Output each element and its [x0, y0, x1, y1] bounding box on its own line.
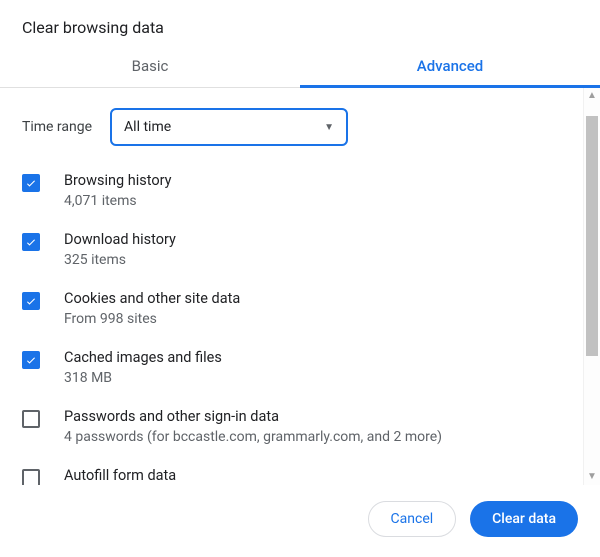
checkbox-browsing-history[interactable] — [22, 174, 40, 192]
item-text: Autofill form data — [64, 467, 176, 485]
scrollbar-thumb[interactable] — [586, 116, 598, 356]
checkbox-cookies[interactable] — [22, 292, 40, 310]
item-title: Cookies and other site data — [64, 290, 240, 307]
dialog-title: Clear browsing data — [0, 0, 600, 47]
scroll-down-icon[interactable]: ▼ — [584, 469, 600, 485]
clear-browsing-data-dialog: Clear browsing data Basic Advanced Time … — [0, 0, 600, 557]
checkbox-download-history[interactable] — [22, 233, 40, 251]
cancel-button[interactable]: Cancel — [368, 501, 457, 537]
clear-data-button-label: Clear data — [492, 511, 556, 527]
check-icon — [25, 236, 37, 248]
item-title: Cached images and files — [64, 349, 222, 366]
list-item: Passwords and other sign-in data 4 passw… — [22, 408, 583, 445]
list-item: Autofill form data — [22, 467, 583, 485]
tab-basic[interactable]: Basic — [0, 47, 300, 87]
check-icon — [25, 295, 37, 307]
dialog-footer: Cancel Clear data — [0, 485, 600, 557]
cancel-button-label: Cancel — [391, 511, 434, 527]
item-title: Download history — [64, 231, 176, 248]
scrollbar[interactable]: ▲ ▼ — [583, 88, 600, 485]
list-item: Cached images and files 318 MB — [22, 349, 583, 386]
item-title: Passwords and other sign-in data — [64, 408, 442, 425]
chevron-down-icon: ▼ — [324, 122, 334, 133]
clear-data-button[interactable]: Clear data — [470, 501, 578, 537]
time-range-row: Time range All time ▼ — [22, 108, 583, 146]
time-range-select[interactable]: All time ▼ — [110, 108, 348, 146]
item-text: Browsing history 4,071 items — [64, 172, 172, 209]
dialog-body: Time range All time ▼ Browsing history 4… — [0, 88, 600, 485]
item-subtitle: 4,071 items — [64, 193, 172, 209]
item-title: Autofill form data — [64, 467, 176, 484]
check-icon — [25, 177, 37, 189]
item-text: Cached images and files 318 MB — [64, 349, 222, 386]
scroll-up-icon[interactable]: ▲ — [584, 88, 600, 104]
item-subtitle: 4 passwords (for bccastle.com, grammarly… — [64, 429, 442, 445]
time-range-value: All time — [124, 119, 171, 135]
list-item: Cookies and other site data From 998 sit… — [22, 290, 583, 327]
checkbox-autofill[interactable] — [22, 469, 40, 485]
item-title: Browsing history — [64, 172, 172, 189]
tab-advanced-label: Advanced — [417, 57, 483, 75]
item-text: Download history 325 items — [64, 231, 176, 268]
tab-basic-label: Basic — [132, 57, 169, 75]
check-icon — [25, 354, 37, 366]
tab-advanced[interactable]: Advanced — [300, 47, 600, 87]
item-subtitle: 318 MB — [64, 370, 222, 386]
list-item: Download history 325 items — [22, 231, 583, 268]
scroll-area: Time range All time ▼ Browsing history 4… — [0, 88, 583, 485]
checkbox-passwords[interactable] — [22, 410, 40, 428]
item-text: Passwords and other sign-in data 4 passw… — [64, 408, 442, 445]
item-subtitle: 325 items — [64, 252, 176, 268]
item-subtitle: From 998 sites — [64, 311, 240, 327]
item-text: Cookies and other site data From 998 sit… — [64, 290, 240, 327]
time-range-label: Time range — [22, 119, 92, 135]
checkbox-cached[interactable] — [22, 351, 40, 369]
tabs: Basic Advanced — [0, 47, 600, 88]
list-item: Browsing history 4,071 items — [22, 172, 583, 209]
